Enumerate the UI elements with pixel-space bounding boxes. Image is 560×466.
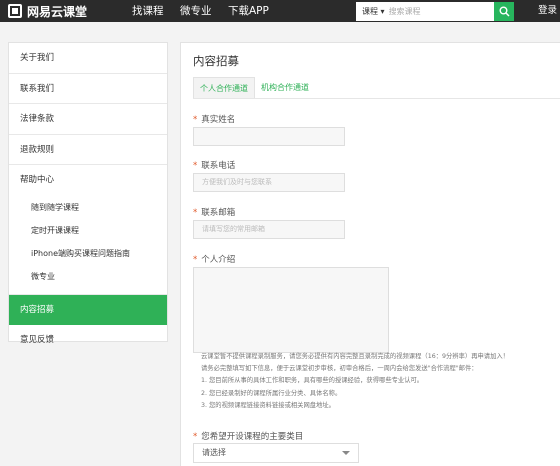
- name-input[interactable]: [193, 127, 345, 146]
- note-line: 3. 您的视频课程链接资料链接或相关网盘地址。: [201, 401, 335, 409]
- required-mark: *: [193, 432, 198, 442]
- sidebar-item-help[interactable]: 帮助中心: [9, 165, 167, 196]
- intro-textarea[interactable]: [193, 267, 389, 353]
- required-mark: *: [193, 255, 198, 265]
- sidebar-item-content-recruit[interactable]: 内容招募: [9, 294, 167, 325]
- sidebar-item-refund[interactable]: 退款规则: [9, 135, 167, 165]
- top-nav-bar: 网易云课堂 找课程 微专业 下载APP 课程 ▾ 搜索课程 登录: [0, 0, 560, 22]
- required-mark: *: [193, 115, 198, 125]
- search-button[interactable]: [494, 2, 514, 21]
- search-category-select[interactable]: 课程 ▾: [356, 6, 385, 17]
- tab-organization[interactable]: 机构合作通道: [255, 77, 315, 99]
- phone-label: * 联系电话: [193, 161, 236, 171]
- tab-divider: [193, 98, 560, 99]
- required-mark: *: [193, 161, 198, 171]
- sidebar-item-legal[interactable]: 法律条款: [9, 104, 167, 135]
- nav-download-app[interactable]: 下载APP: [228, 0, 269, 22]
- sidebar-subitem-micro-major[interactable]: 微专业: [9, 265, 167, 295]
- name-label: * 真实姓名: [193, 115, 236, 125]
- phone-input[interactable]: 方便我们及时与您联系: [193, 173, 345, 192]
- email-label: * 联系邮箱: [193, 208, 236, 218]
- email-input[interactable]: 请填写您的常用邮箱: [193, 220, 345, 239]
- sidebar-subitem-scheduled-course[interactable]: 定时开课课程: [9, 219, 167, 242]
- note-line: 请务必完整填写如下信息，便于云课堂初步审核，初审合格后，一周内会给您发送"合作流…: [201, 365, 478, 373]
- category-select-value: 请选择: [202, 448, 226, 457]
- required-mark: *: [193, 208, 198, 218]
- logo[interactable]: 网易云课堂: [8, 2, 87, 20]
- intro-label: * 个人介绍: [193, 255, 236, 265]
- tab-bar: 个人合作通道 机构合作通道: [193, 77, 315, 99]
- logo-icon: [8, 4, 22, 18]
- search-icon: [499, 6, 510, 17]
- sidebar-subitem-iphone-guide[interactable]: iPhone端购买课程问题指南: [9, 242, 167, 265]
- category-label: * 您希望开设课程的主要类目: [193, 432, 304, 442]
- tab-personal[interactable]: 个人合作通道: [193, 77, 255, 99]
- note-line: 云课堂暂不提供课程录制服务，请您务必提供有内容完整且录制完成的视频课程（16：9…: [201, 353, 509, 360]
- sidebar-item-contact[interactable]: 联系我们: [9, 74, 167, 104]
- note-line: 1. 您目前所从事的具体工作和职务，具有哪些的授课经验，获得哪些专业认可。: [201, 377, 424, 385]
- nav-micro-major[interactable]: 微专业: [180, 0, 212, 22]
- main-panel: 内容招募 个人合作通道 机构合作通道 * 真实姓名 * 联系电话 方便我们及时与您联…: [180, 42, 560, 466]
- search-box[interactable]: 课程 ▾ 搜索课程: [356, 2, 514, 21]
- nav-find-course[interactable]: 找课程: [132, 0, 164, 22]
- note-line: 2. 您已经录制好的课程所属行业分类、具体名称。: [201, 389, 342, 397]
- sidebar-item-feedback[interactable]: 意见反馈: [9, 325, 167, 356]
- chevron-down-icon: [342, 451, 350, 455]
- sidebar-subitem-anytime-course[interactable]: 随到随学课程: [9, 196, 167, 219]
- sidebar: 关于我们 联系我们 法律条款 退款规则 帮助中心 随到随学课程 定时开课课程 i…: [8, 42, 168, 345]
- brand-name: 网易云课堂: [27, 4, 88, 19]
- category-select[interactable]: 请选择: [193, 443, 359, 463]
- sidebar-item-about[interactable]: 关于我们: [9, 43, 167, 74]
- page-title: 内容招募: [193, 54, 239, 68]
- application-notes: 云课堂暂不提供课程录制服务，请您务必提供有内容完整且录制完成的视频课程（16：9…: [201, 351, 560, 412]
- login-link[interactable]: 登录: [538, 0, 557, 22]
- search-input[interactable]: 搜索课程: [389, 6, 421, 17]
